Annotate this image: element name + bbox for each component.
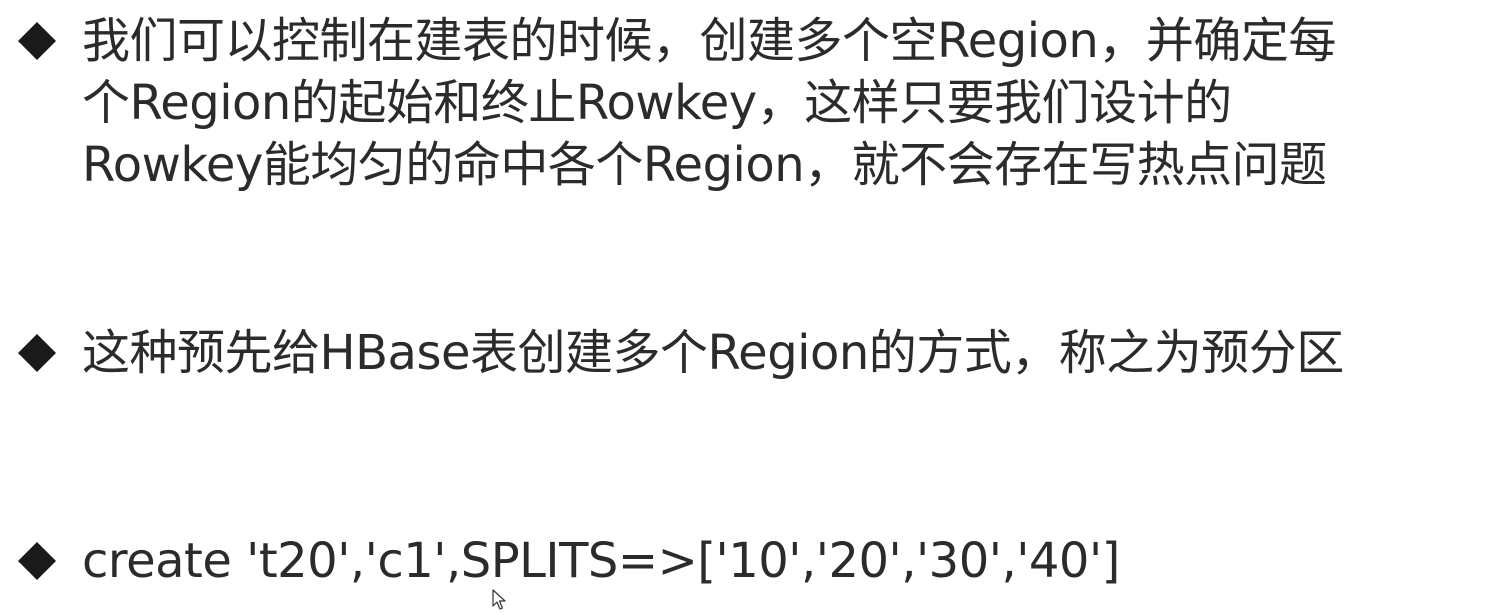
diamond-bullet-icon bbox=[14, 330, 60, 376]
text-line: 个Region的起始和终止Rowkey，这样只要我们设计的 bbox=[82, 75, 1232, 131]
diamond-bullet-icon bbox=[14, 538, 60, 584]
text-line: 这种预先给HBase表创建多个Region的方式，称之为预分区 bbox=[82, 325, 1344, 381]
text-line: 我们可以控制在建表的时候，创建多个空Region，并确定每 bbox=[82, 13, 1336, 69]
diamond-bullet-icon bbox=[14, 18, 60, 64]
bullet-paragraph-presplit: 这种预先给HBase表创建多个Region的方式，称之为预分区 bbox=[82, 322, 1482, 384]
mouse-pointer-icon bbox=[492, 589, 508, 611]
text-line: create 't20','c1',SPLITS=>['10','20','30… bbox=[82, 533, 1120, 589]
text-line: Rowkey能均匀的命中各个Region，就不会存在写热点问题 bbox=[82, 137, 1327, 193]
bullet-paragraph-command: create 't20','c1',SPLITS=>['10','20','30… bbox=[82, 530, 1482, 592]
bullet-paragraph-regions: 我们可以控制在建表的时候，创建多个空Region，并确定每 个Region的起始… bbox=[82, 10, 1482, 196]
